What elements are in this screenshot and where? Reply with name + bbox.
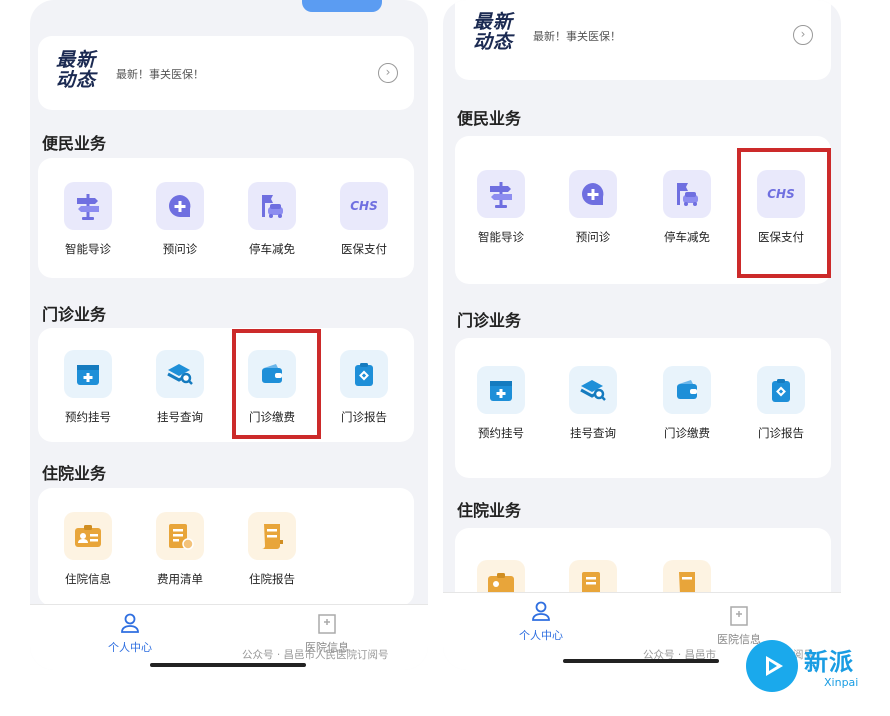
service-label: 费用清单 bbox=[157, 572, 203, 586]
service-parking[interactable]: 停车减免 bbox=[230, 182, 314, 257]
clipboard-icon bbox=[340, 350, 388, 398]
highlight-box-outpatient-payment bbox=[232, 329, 321, 439]
service-medical-insurance[interactable]: CHS 医保支付 bbox=[322, 182, 406, 257]
service-label: 住院报告 bbox=[249, 572, 295, 586]
outpatient-card: 预约挂号 挂号查询 门诊缴费 门诊报告 bbox=[38, 328, 414, 442]
hospital-building-icon bbox=[277, 611, 377, 635]
service-pre-consult[interactable]: 预问诊 bbox=[138, 182, 222, 257]
wallet-icon bbox=[663, 366, 711, 414]
service-label: 停车减免 bbox=[664, 230, 710, 244]
service-pre-consult[interactable]: 预问诊 bbox=[551, 170, 635, 245]
parking-car-icon bbox=[663, 170, 711, 218]
calendar-plus-icon bbox=[477, 366, 525, 414]
news-banner[interactable]: 最新 动态 最新！事关医保！ › bbox=[455, 0, 831, 80]
service-label: 门诊报告 bbox=[758, 426, 804, 440]
service-appointment[interactable]: 预约挂号 bbox=[459, 366, 543, 441]
service-label: 预问诊 bbox=[162, 242, 198, 256]
news-text: 最新！事关医保！ bbox=[116, 68, 204, 81]
brand-name: 新派 bbox=[804, 648, 854, 676]
service-registration-query[interactable]: 挂号查询 bbox=[551, 366, 635, 441]
highlight-box-medical-insurance bbox=[737, 148, 831, 278]
bottom-tab-bar: 个人中心 医院信息 公众号 · 昌邑市人民医院订阅号 bbox=[30, 604, 428, 670]
receipt-list-icon bbox=[156, 512, 204, 560]
home-indicator bbox=[563, 659, 719, 663]
news-logo: 最新 动态 bbox=[56, 49, 97, 91]
service-appointment[interactable]: 预约挂号 bbox=[46, 350, 130, 425]
tab-personal-center[interactable]: 个人中心 bbox=[80, 611, 180, 655]
service-label: 门诊缴费 bbox=[664, 426, 710, 440]
calendar-plus-icon bbox=[64, 350, 112, 398]
convenience-card: 智能导诊 预问诊 停车减免 CHS 医保支付 bbox=[38, 158, 414, 278]
chevron-right-icon[interactable]: › bbox=[378, 63, 398, 83]
tab-label: 个人中心 bbox=[519, 629, 563, 642]
watermark-text: 公众号 · 昌邑市人民医院订阅号 bbox=[242, 649, 389, 661]
service-smart-guide[interactable]: 智能导诊 bbox=[459, 170, 543, 245]
service-smart-guide[interactable]: 智能导诊 bbox=[46, 182, 130, 257]
service-fee-list[interactable]: 费用清单 bbox=[138, 512, 222, 587]
tab-personal-center[interactable]: 个人中心 bbox=[491, 599, 591, 643]
tab-label: 个人中心 bbox=[108, 641, 152, 654]
xinpai-brand-logo: 新派 Xinpai bbox=[746, 636, 886, 696]
news-text: 最新！事关医保！ bbox=[533, 30, 621, 43]
service-label: 挂号查询 bbox=[157, 410, 203, 424]
person-icon bbox=[80, 611, 180, 635]
chs-icon: CHS bbox=[340, 182, 388, 230]
phone-screen-right: 最新 动态 最新！事关医保！ › 便民业务 智能导诊 预问诊 停车减免 CHS … bbox=[443, 0, 841, 670]
section-title-outpatient: 门诊业务 bbox=[457, 307, 524, 333]
section-title-inpatient: 住院业务 bbox=[42, 460, 109, 486]
section-title-outpatient: 门诊业务 bbox=[42, 301, 109, 327]
service-label: 智能导诊 bbox=[478, 230, 524, 244]
service-label: 预约挂号 bbox=[65, 410, 111, 424]
news-logo: 最新 动态 bbox=[473, 11, 514, 53]
service-parking[interactable]: 停车减免 bbox=[645, 170, 729, 245]
service-outpatient-report[interactable]: 门诊报告 bbox=[322, 350, 406, 425]
screenshot-stage: 最新 动态 最新！事关医保！ › 便民业务 智能导诊 预问诊 停车减免 CHS … bbox=[0, 0, 890, 716]
layers-search-icon bbox=[569, 366, 617, 414]
top-tab-indicator bbox=[302, 0, 382, 12]
service-label: 预问诊 bbox=[575, 230, 611, 244]
signpost-icon bbox=[64, 182, 112, 230]
scroll-report-icon bbox=[248, 512, 296, 560]
service-label: 医保支付 bbox=[341, 242, 387, 256]
brand-name-en: Xinpai bbox=[824, 676, 859, 689]
signpost-icon bbox=[477, 170, 525, 218]
service-label: 挂号查询 bbox=[570, 426, 616, 440]
service-label: 智能导诊 bbox=[65, 242, 111, 256]
hospital-building-icon bbox=[689, 603, 789, 627]
inpatient-card: 住院信息 费用清单 住院报告 bbox=[38, 488, 414, 606]
service-inpatient-info[interactable]: 住院信息 bbox=[46, 512, 130, 587]
parking-car-icon bbox=[248, 182, 296, 230]
section-title-convenience: 便民业务 bbox=[42, 130, 109, 156]
person-icon bbox=[491, 599, 591, 623]
outpatient-card: 预约挂号 挂号查询 门诊缴费 门诊报告 bbox=[455, 338, 831, 478]
chat-plus-icon bbox=[156, 182, 204, 230]
layers-search-icon bbox=[156, 350, 204, 398]
section-title-inpatient: 住院业务 bbox=[457, 497, 524, 523]
phone-screen-left: 最新 动态 最新！事关医保！ › 便民业务 智能导诊 预问诊 停车减免 CHS … bbox=[30, 0, 428, 670]
id-card-icon bbox=[64, 512, 112, 560]
service-registration-query[interactable]: 挂号查询 bbox=[138, 350, 222, 425]
service-label: 住院信息 bbox=[65, 572, 111, 586]
section-title-convenience: 便民业务 bbox=[457, 105, 524, 131]
home-indicator bbox=[150, 663, 306, 667]
service-outpatient-report[interactable]: 门诊报告 bbox=[739, 366, 823, 441]
clipboard-icon bbox=[757, 366, 805, 414]
news-banner[interactable]: 最新 动态 最新！事关医保！ › bbox=[38, 36, 414, 110]
service-outpatient-payment[interactable]: 门诊缴费 bbox=[645, 366, 729, 441]
service-label: 预约挂号 bbox=[478, 426, 524, 440]
chevron-right-icon[interactable]: › bbox=[793, 25, 813, 45]
service-label: 门诊报告 bbox=[341, 410, 387, 424]
service-label: 停车减免 bbox=[249, 242, 295, 256]
service-inpatient-report[interactable]: 住院报告 bbox=[230, 512, 314, 587]
play-logo-icon bbox=[746, 640, 798, 692]
chat-plus-icon bbox=[569, 170, 617, 218]
